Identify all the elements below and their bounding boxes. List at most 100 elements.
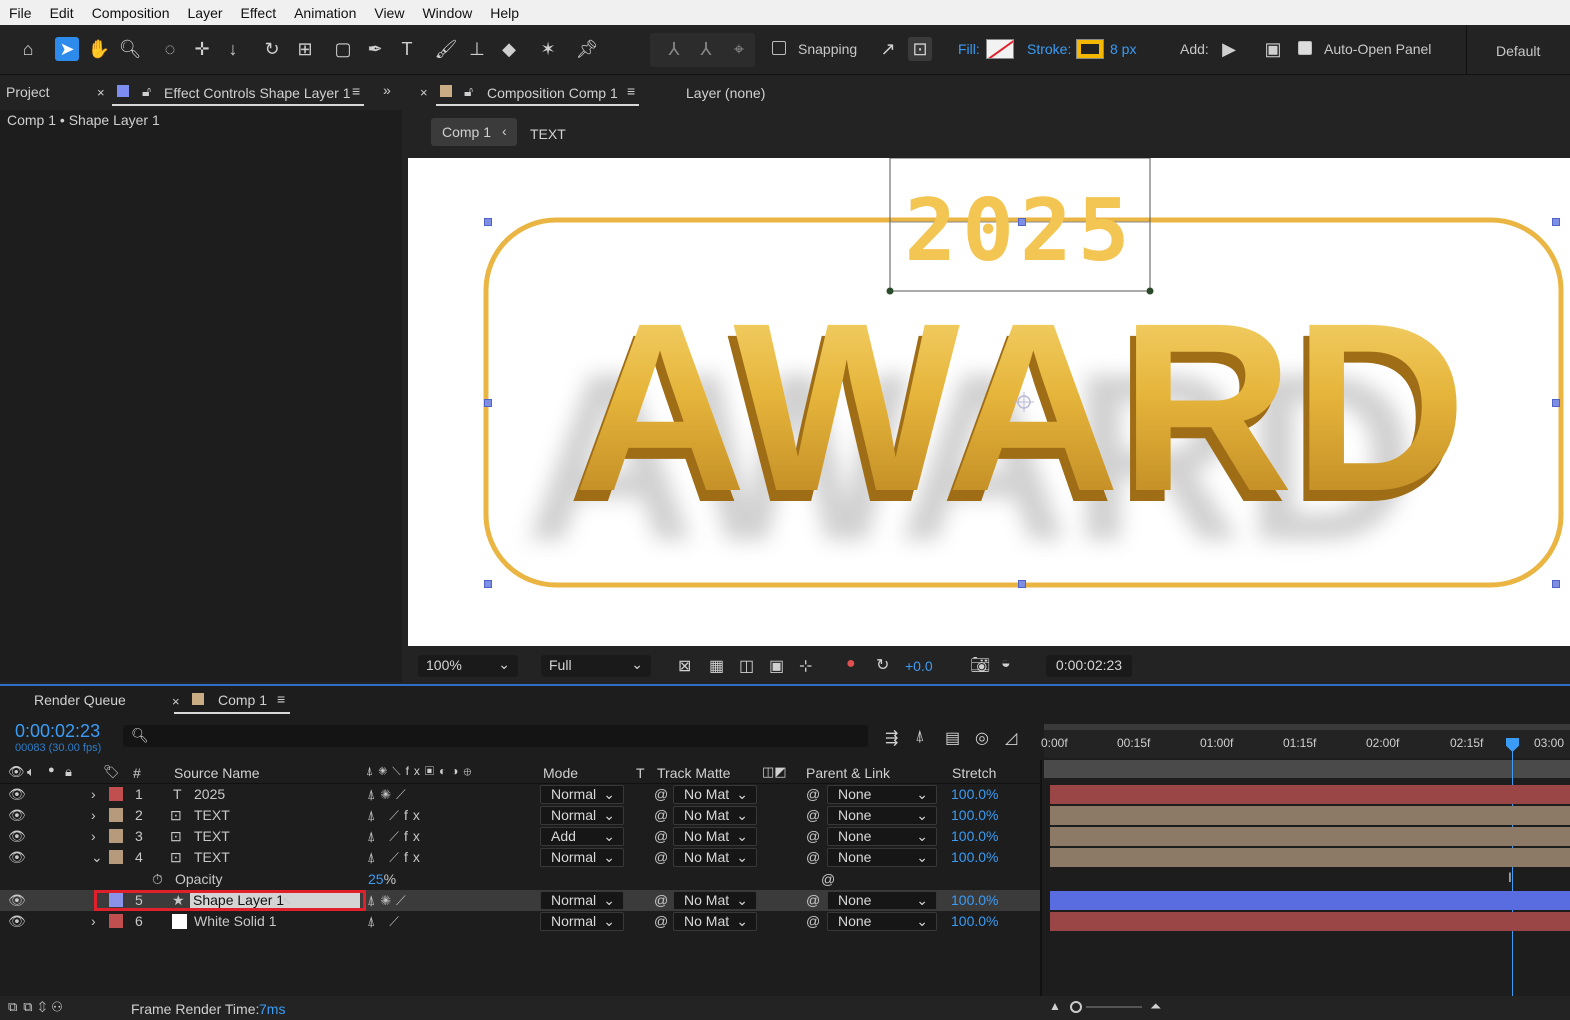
transform-handle[interactable] bbox=[484, 218, 492, 226]
pickwhip-icon[interactable]: @ bbox=[806, 849, 820, 865]
pickwhip-icon[interactable]: @ bbox=[806, 892, 820, 908]
parent-dropdown[interactable]: None ⌄ bbox=[827, 891, 937, 910]
mode-dropdown[interactable]: Add ⌄ bbox=[540, 827, 624, 846]
shape-tools-icon[interactable]: ▣ bbox=[1261, 37, 1285, 61]
anchor-point-tool-icon[interactable]: ⊞ bbox=[293, 37, 317, 61]
stretch-value[interactable]: 100.0% bbox=[951, 807, 998, 823]
workspace-label[interactable]: Default bbox=[1496, 43, 1540, 59]
layer-switches[interactable]: ⍋ ⟋fx bbox=[367, 807, 425, 824]
tab-project[interactable]: Project bbox=[6, 84, 50, 100]
transform-handle[interactable] bbox=[1552, 580, 1560, 588]
layer-bar-5[interactable] bbox=[1050, 891, 1570, 910]
opacity-property-row[interactable]: ⏱︎ Opacity 25% @ bbox=[0, 869, 1042, 890]
zoom-slider-handle[interactable] bbox=[1070, 1001, 1082, 1013]
chevron-right-icon[interactable]: › bbox=[91, 786, 96, 802]
fast-previews-icon[interactable]: ⊠ bbox=[678, 656, 691, 676]
stroke-swatch[interactable] bbox=[1076, 39, 1104, 59]
tab-render-queue[interactable]: Render Queue bbox=[34, 692, 126, 708]
fill-label[interactable]: Fill: bbox=[958, 41, 980, 57]
matte-link-icon[interactable]: @ bbox=[654, 849, 668, 865]
home-icon[interactable]: ⌂ bbox=[16, 37, 40, 61]
layer-search-input[interactable]: 🔍︎ bbox=[123, 725, 868, 747]
menu-animation[interactable]: Animation bbox=[285, 5, 365, 21]
orbit-camera-icon[interactable]: ◌ bbox=[158, 37, 182, 61]
eye-icon[interactable]: 👁︎ bbox=[8, 892, 26, 909]
clone-stamp-tool-icon[interactable]: ⊥ bbox=[465, 37, 489, 61]
tab-effect-controls[interactable]: Effect Controls Shape Layer 1 bbox=[164, 85, 351, 101]
puppet-pin-tool-icon[interactable]: 📌︎ bbox=[575, 37, 599, 61]
menu-edit[interactable]: Edit bbox=[41, 5, 83, 21]
panel-menu-icon[interactable]: ≡ bbox=[277, 691, 285, 707]
source-name-header[interactable]: Source Name bbox=[174, 765, 260, 781]
menu-file[interactable]: File bbox=[0, 5, 41, 21]
layer-name[interactable]: TEXT bbox=[194, 828, 230, 844]
track-matte-dropdown[interactable]: No Mat ⌄ bbox=[673, 912, 757, 931]
matte-link-icon[interactable]: @ bbox=[654, 786, 668, 802]
work-area-bar[interactable] bbox=[1044, 724, 1570, 730]
layer-name[interactable]: White Solid 1 bbox=[194, 913, 276, 929]
graph-editor-icon[interactable]: ◿ bbox=[1005, 728, 1017, 748]
parent-dropdown[interactable]: None ⌄ bbox=[827, 848, 937, 867]
zoom-slider-track[interactable] bbox=[1086, 1006, 1142, 1008]
opacity-value[interactable]: 25 bbox=[368, 871, 384, 887]
motion-blur-icon[interactable]: ◎ bbox=[975, 728, 989, 748]
menu-help[interactable]: Help bbox=[481, 5, 528, 21]
mode-dropdown[interactable]: Normal ⌄ bbox=[540, 806, 624, 825]
chevron-right-icon[interactable]: › bbox=[91, 828, 96, 844]
draft-3d-icon[interactable]: ⇶ bbox=[885, 728, 898, 748]
layer-switches[interactable]: ⍋✺⟋ bbox=[367, 786, 411, 803]
view-axis-icon[interactable]: ⌖ bbox=[727, 37, 751, 61]
selection-tool-icon[interactable]: ➤ bbox=[55, 37, 79, 61]
eye-icon[interactable]: 👁︎ bbox=[8, 807, 26, 824]
layer-bar-2[interactable] bbox=[1050, 806, 1570, 825]
hand-tool-icon[interactable]: ✋ bbox=[87, 37, 111, 61]
pickwhip-icon[interactable]: @ bbox=[806, 786, 820, 802]
layer-crumb[interactable]: TEXT bbox=[530, 126, 566, 142]
label-swatch[interactable] bbox=[109, 850, 123, 864]
zoom-tool-icon[interactable]: 🔍︎ bbox=[118, 37, 142, 61]
current-time-indicator[interactable] bbox=[1512, 738, 1513, 996]
layer-bar-1[interactable] bbox=[1050, 785, 1570, 804]
timeline-divider[interactable] bbox=[1040, 760, 1042, 996]
grid-guides-icon[interactable]: ⊹ bbox=[799, 656, 812, 676]
lock-icon[interactable]: 🔓︎ bbox=[464, 83, 473, 100]
matte-link-icon[interactable]: @ bbox=[654, 913, 668, 929]
dolly-camera-icon[interactable]: ↓ bbox=[221, 37, 245, 61]
label-swatch[interactable] bbox=[109, 829, 123, 843]
timeline-timecode[interactable]: 0:00:02:23 bbox=[15, 721, 100, 742]
transform-handle[interactable] bbox=[1018, 218, 1026, 226]
tab-comp[interactable]: Comp 1 bbox=[218, 692, 267, 708]
snapping-checkbox[interactable] bbox=[772, 41, 786, 55]
layer-name[interactable]: 2025 bbox=[194, 786, 225, 802]
composition-canvas[interactable]: 2025 AWARD AWARD AWARD bbox=[408, 158, 1570, 646]
camera-snapshot-icon[interactable]: 📷︎ bbox=[970, 655, 990, 675]
transparency-grid-icon[interactable]: ▦ bbox=[709, 656, 724, 676]
current-time-field[interactable]: 0:00:02:23 bbox=[1046, 655, 1132, 677]
layer-bar-4[interactable] bbox=[1050, 848, 1570, 867]
eraser-tool-icon[interactable]: ◆ bbox=[497, 37, 521, 61]
add-play-icon[interactable]: ▶ bbox=[1217, 37, 1241, 61]
panel-menu-icon[interactable]: ≡ bbox=[352, 83, 360, 99]
stroke-label[interactable]: Stroke: bbox=[1027, 41, 1071, 57]
chevron-left-icon[interactable]: ‹ bbox=[502, 123, 507, 139]
tab-composition[interactable]: Composition Comp 1 bbox=[487, 85, 618, 101]
channels-icon[interactable]: ● bbox=[846, 655, 856, 673]
transform-handle[interactable] bbox=[1552, 399, 1560, 407]
mask-visibility-icon[interactable]: ◫ bbox=[739, 656, 754, 676]
track-matte-dropdown[interactable]: No Mat ⌄ bbox=[673, 806, 757, 825]
pickwhip-icon[interactable]: @ bbox=[806, 913, 820, 929]
mode-dropdown[interactable]: Normal ⌄ bbox=[540, 848, 624, 867]
stretch-value[interactable]: 100.0% bbox=[951, 786, 998, 802]
zoom-in-icon[interactable]: ⏶ bbox=[1150, 998, 1161, 1015]
transform-handle[interactable] bbox=[484, 580, 492, 588]
layer-row-5[interactable]: 👁︎ 5 ★ Shape Layer 1 ↖ ⍋✺⟋ Normal ⌄ @ No … bbox=[0, 890, 1042, 911]
mode-dropdown[interactable]: Normal ⌄ bbox=[540, 785, 624, 804]
pan-camera-icon[interactable]: ✛ bbox=[190, 37, 214, 61]
menu-window[interactable]: Window bbox=[413, 5, 481, 21]
transform-handle[interactable] bbox=[1018, 580, 1026, 588]
transform-handle[interactable] bbox=[1552, 218, 1560, 226]
world-axis-icon[interactable]: ⅄ bbox=[694, 37, 718, 61]
layer-row-6[interactable]: 👁︎ › 6 White Solid 1 ⍋ ⟋ Normal ⌄ @ No Ma… bbox=[0, 911, 1042, 932]
type-tool-icon[interactable]: T bbox=[395, 37, 419, 61]
layer-bar-3[interactable] bbox=[1050, 827, 1570, 846]
